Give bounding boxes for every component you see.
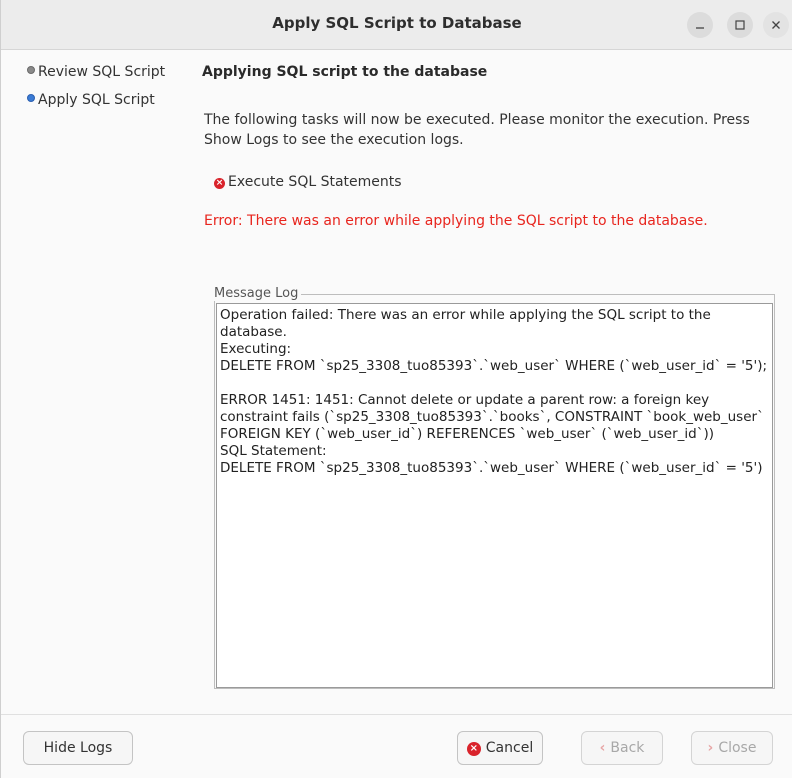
chevron-right-icon: › (707, 740, 714, 756)
cancel-icon: × (466, 742, 481, 756)
page-title: Applying SQL script to the database (202, 64, 488, 80)
error-message: Error: There was an error while applying… (204, 213, 708, 229)
hide-logs-button[interactable]: Hide Logs (23, 731, 133, 765)
step-apply-sql-script: Apply SQL Script (27, 92, 155, 108)
close-icon (772, 21, 780, 29)
back-button[interactable]: ‹ Back (581, 731, 663, 765)
step-review-sql-script: Review SQL Script (27, 64, 165, 80)
dialog-footer: Hide Logs × Cancel ‹ Back › Close (1, 714, 792, 778)
minimize-button[interactable] (687, 12, 713, 38)
minimize-icon (696, 27, 704, 29)
close-button[interactable]: › Close (691, 731, 773, 765)
close-window-button[interactable] (763, 12, 789, 38)
step-active-bullet-icon (27, 94, 35, 102)
task-execute-sql-statements: × Execute SQL Statements (214, 174, 402, 190)
close-label: Close (718, 740, 757, 756)
wizard-steps-sidebar: Review SQL Script Apply SQL Script (1, 50, 186, 714)
cancel-button[interactable]: × Cancel (457, 731, 543, 765)
window-title: Apply SQL Script to Database (272, 14, 522, 32)
message-log-textarea[interactable]: Operation failed: There was an error whi… (216, 303, 773, 688)
step-label: Apply SQL Script (38, 92, 155, 108)
apply-sql-dialog: Apply SQL Script to Database Review SQL … (0, 0, 792, 778)
error-circle-icon: × (214, 178, 225, 189)
main-content: Applying SQL script to the database The … (186, 50, 792, 714)
step-done-bullet-icon (27, 66, 35, 74)
maximize-button[interactable] (727, 12, 753, 38)
title-bar[interactable]: Apply SQL Script to Database (1, 0, 792, 50)
cancel-label: Cancel (485, 740, 534, 756)
back-label: Back (610, 740, 645, 756)
chevron-left-icon: ‹ (599, 740, 606, 756)
task-label: Execute SQL Statements (228, 174, 402, 190)
message-log-label: Message Log (214, 286, 302, 301)
maximize-icon (735, 20, 745, 30)
task-description: The following tasks will now be executed… (204, 112, 750, 148)
step-label: Review SQL Script (38, 64, 166, 80)
